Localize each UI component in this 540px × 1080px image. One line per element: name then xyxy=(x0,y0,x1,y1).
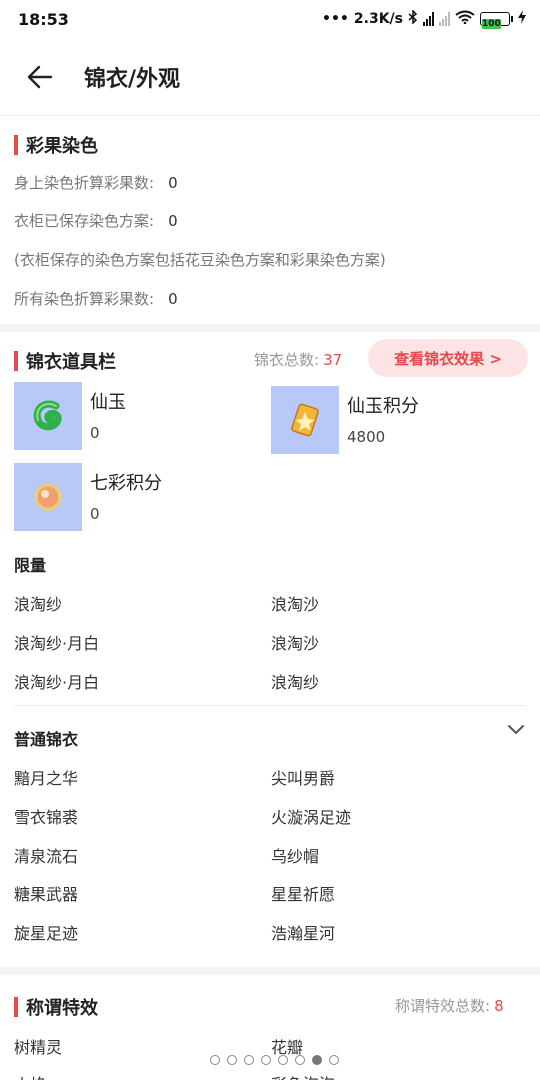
dye-section-title: 彩果染色 xyxy=(26,136,98,157)
page-dot[interactable] xyxy=(227,1055,237,1065)
dye-note: (衣柜保存的染色方案包括花豆染色方案和彩果染色方案) xyxy=(14,251,386,269)
page-dot[interactable] xyxy=(261,1055,271,1065)
battery-level: 100 xyxy=(482,19,501,29)
titles-section-header: 称谓特效 xyxy=(14,994,98,1020)
outfit-item[interactable]: 旋星足迹 xyxy=(14,920,78,944)
items-section-title: 锦衣道具栏 xyxy=(26,352,116,373)
items-total: 锦衣总数: 37 xyxy=(254,349,342,370)
outfit-item[interactable]: 浩瀚星河 xyxy=(271,920,335,944)
page-dot[interactable] xyxy=(278,1055,288,1065)
prop-count: 0 xyxy=(90,505,100,523)
dye-body-label: 身上染色折算彩果数: xyxy=(14,174,155,192)
outfit-item[interactable]: 星星祈愿 xyxy=(271,881,335,905)
items-section-header: 锦衣道具栏 xyxy=(14,348,116,374)
dye-wardrobe-value: 0 xyxy=(168,212,178,230)
normal-title: 普通锦衣 xyxy=(14,730,79,749)
page-dot[interactable] xyxy=(312,1055,322,1065)
prop-name: 七彩积分 xyxy=(90,473,162,494)
wifi-icon xyxy=(455,10,475,28)
prop-item[interactable]: 仙玉 0 xyxy=(14,382,126,450)
outfit-item[interactable]: 火漩涡足迹 xyxy=(271,804,351,828)
items-total-value: 37 xyxy=(323,351,343,369)
prop-name: 仙玉积分 xyxy=(347,396,419,417)
status-time: 18:53 xyxy=(18,9,69,29)
titles-total-label: 称谓特效总数: xyxy=(395,997,491,1015)
section-accent-bar xyxy=(14,997,18,1017)
battery-icon: 100 xyxy=(480,12,513,29)
chevron-down-icon[interactable] xyxy=(506,721,526,737)
outfit-item[interactable]: 浪淘沙 xyxy=(271,630,319,654)
more-dots-icon: ••• xyxy=(322,11,349,27)
items-total-label: 锦衣总数: xyxy=(254,351,320,369)
signal-weak-icon xyxy=(439,12,450,26)
view-outfit-effect-button[interactable]: 查看锦衣效果 > xyxy=(368,339,528,377)
outfit-item[interactable]: 糖果武器 xyxy=(14,881,78,905)
dye-all-label: 所有染色折算彩果数: xyxy=(14,290,155,308)
title-effect-item[interactable]: 树精灵 xyxy=(14,1034,62,1058)
signal-icon xyxy=(423,12,434,26)
outfit-item[interactable]: 黯月之华 xyxy=(14,765,78,789)
dye-wardrobe-label: 衣柜已保存染色方案: xyxy=(14,212,155,230)
app-bar: 锦衣/外观 xyxy=(0,38,540,116)
section-accent-bar xyxy=(14,351,18,371)
page-dot[interactable] xyxy=(210,1055,220,1065)
network-speed: 2.3K/s xyxy=(353,11,403,27)
outfit-item[interactable]: 乌纱帽 xyxy=(271,843,319,867)
outfit-item[interactable]: 浪淘纱 xyxy=(271,669,319,693)
rainbow-points-icon xyxy=(14,463,82,531)
jade-icon xyxy=(14,382,82,450)
outfit-item[interactable]: 浪淘纱 xyxy=(14,591,62,615)
dye-body-value: 0 xyxy=(168,174,178,192)
outfit-item[interactable]: 浪淘沙 xyxy=(271,591,319,615)
outfit-item[interactable]: 尖叫男爵 xyxy=(271,765,335,789)
prop-count: 0 xyxy=(90,424,100,442)
titles-total: 称谓特效总数: 8 xyxy=(395,995,504,1016)
status-bar: 18:53 ••• 2.3K/s 100 xyxy=(0,0,540,38)
divider xyxy=(14,705,526,706)
dye-all-value: 0 xyxy=(168,290,178,308)
page-dot[interactable] xyxy=(244,1055,254,1065)
outfit-item[interactable]: 清泉流石 xyxy=(14,843,78,867)
prop-item[interactable]: 七彩积分 0 xyxy=(14,463,162,531)
page-title: 锦衣/外观 xyxy=(84,66,181,92)
back-button[interactable] xyxy=(20,57,60,97)
dye-line-all: 所有染色折算彩果数: 0 xyxy=(14,288,178,309)
title-effect-item[interactable]: 彩色泡泡 xyxy=(271,1071,335,1080)
outfit-item[interactable]: 雪衣锦裘 xyxy=(14,804,78,828)
titles-total-value: 8 xyxy=(494,997,504,1015)
prop-name: 仙玉 xyxy=(90,392,126,413)
section-accent-bar xyxy=(14,135,18,155)
page-dot[interactable] xyxy=(329,1055,339,1065)
outfit-item[interactable]: 浪淘纱·月白 xyxy=(14,630,99,654)
page-indicator xyxy=(210,1055,339,1065)
arrow-left-icon xyxy=(27,65,53,88)
charging-icon xyxy=(518,10,526,28)
jade-points-icon xyxy=(271,386,339,454)
dye-line-wardrobe: 衣柜已保存染色方案: 0 xyxy=(14,210,178,231)
prop-count: 4800 xyxy=(347,428,386,446)
bluetooth-icon xyxy=(408,9,418,28)
section-gap xyxy=(0,324,540,332)
dye-line-body: 身上染色折算彩果数: 0 xyxy=(14,172,178,193)
status-icons: ••• 2.3K/s 100 xyxy=(322,9,526,29)
page-dot[interactable] xyxy=(295,1055,305,1065)
titles-section-title: 称谓特效 xyxy=(26,998,98,1019)
prop-item[interactable]: 仙玉积分 4800 xyxy=(271,386,419,454)
title-effect-item[interactable]: 火焰 xyxy=(14,1071,46,1080)
dye-section-header: 彩果染色 xyxy=(14,132,98,158)
limited-title: 限量 xyxy=(14,556,47,575)
outfit-item[interactable]: 浪淘纱·月白 xyxy=(14,669,99,693)
section-gap xyxy=(0,967,540,975)
